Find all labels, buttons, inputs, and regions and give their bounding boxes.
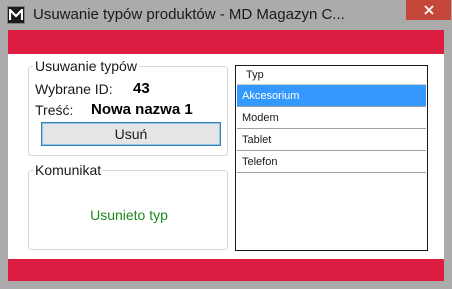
grid-cell: Modem — [242, 112, 279, 124]
grid-cell: Telefon — [242, 156, 278, 168]
window-title: Usuwanie typów produktów - MD Magazyn C.… — [33, 6, 345, 23]
grid-cell: Akcesorium — [242, 90, 300, 102]
selected-id-value: 43 — [133, 80, 150, 97]
close-button[interactable] — [406, 0, 451, 20]
grid-row[interactable]: Tablet — [237, 129, 426, 151]
footer-band — [8, 259, 444, 281]
grid-row[interactable]: Modem — [237, 107, 426, 129]
delete-button[interactable]: Usuń — [41, 122, 221, 146]
message-legend: Komunikat — [33, 162, 104, 178]
content-label: Treść: — [35, 102, 74, 118]
grid-row[interactable]: Akcesorium — [237, 85, 426, 107]
header-band — [8, 30, 444, 54]
delete-type-legend: Usuwanie typów — [33, 58, 139, 74]
title-bar[interactable]: Usuwanie typów produktów - MD Magazyn C.… — [0, 0, 452, 30]
types-grid[interactable]: Typ Akcesorium Modem Tablet Telefon — [235, 65, 428, 251]
grid-row[interactable]: Telefon — [237, 151, 426, 173]
content-value: Nowa nazwa 1 — [91, 101, 193, 118]
app-logo-m-icon[interactable] — [7, 6, 25, 24]
delete-type-groupbox: Usuwanie typów Wybrane ID: 43 Treść: Now… — [28, 58, 228, 156]
close-icon — [423, 5, 434, 15]
selected-id-label: Wybrane ID: — [35, 81, 113, 97]
grid-header-label: Typ — [246, 69, 264, 81]
status-message: Usunieto typ — [90, 207, 168, 223]
client-area: Usuwanie typów Wybrane ID: 43 Treść: Now… — [8, 30, 444, 281]
message-groupbox: Komunikat Usunieto typ — [28, 162, 228, 250]
window: Usuwanie typów produktów - MD Magazyn C.… — [0, 0, 452, 289]
grid-cell: Tablet — [242, 134, 272, 146]
grid-header-typ[interactable]: Typ — [237, 67, 426, 85]
